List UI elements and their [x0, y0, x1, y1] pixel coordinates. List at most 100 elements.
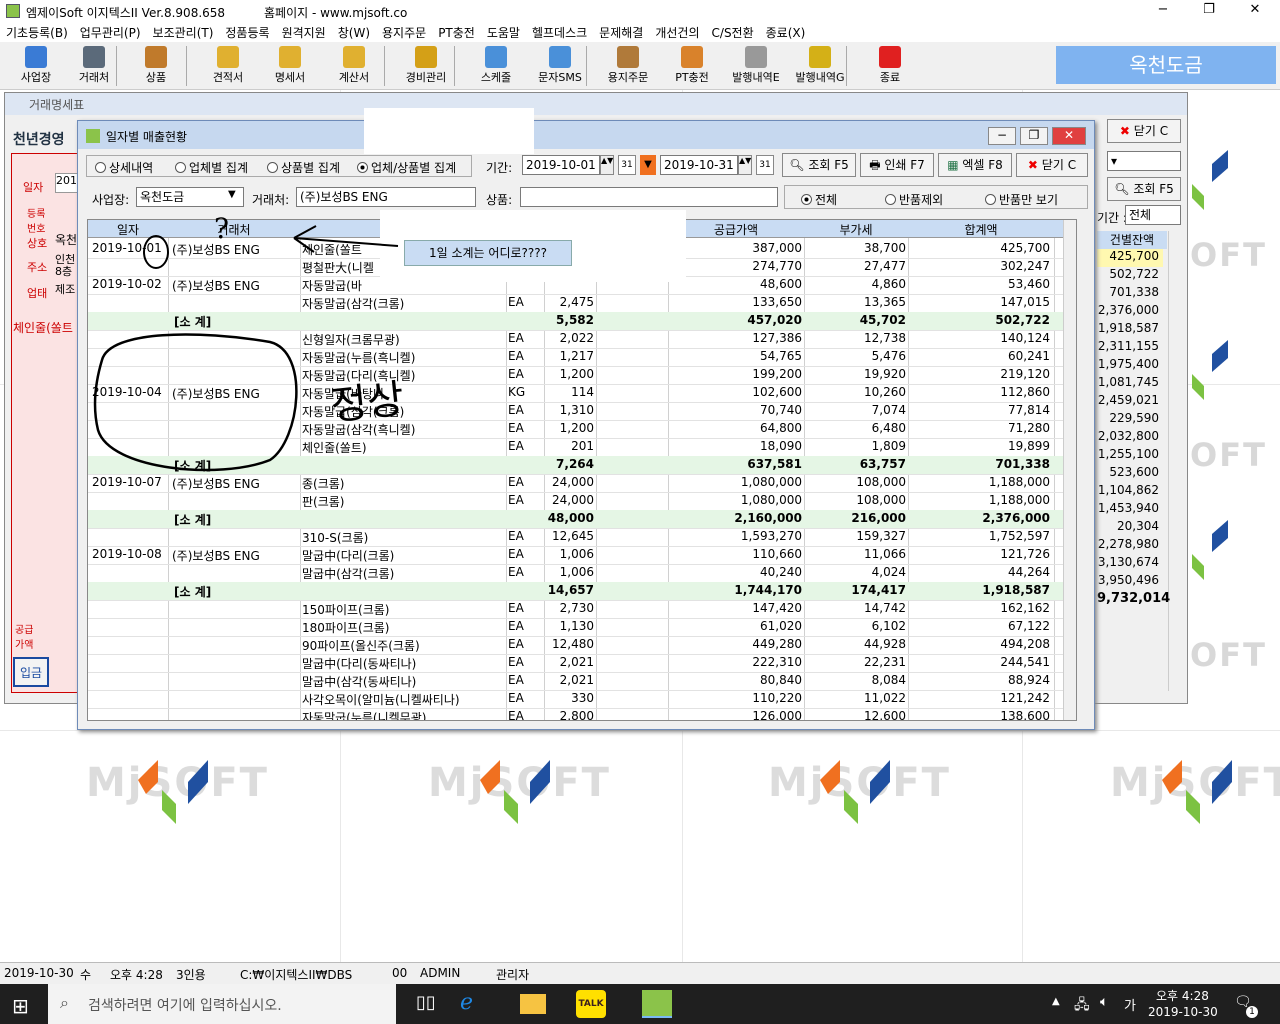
date-to-field[interactable]: 2019-10-31 — [660, 155, 738, 175]
date-from-spinner[interactable]: ▲▼ — [600, 155, 614, 175]
종료-button[interactable]: 종료 — [858, 44, 922, 88]
task-view-icon[interactable]: ▯▯ — [416, 992, 436, 1013]
스케줄-button[interactable]: 스케줄 — [464, 44, 528, 88]
kakaotalk-icon[interactable]: TALK — [576, 990, 606, 1018]
table-row: 90파이프(올신주(크롬) EA 12,480 449,280 44,928 494,20… — [88, 636, 1064, 654]
menu-item[interactable]: 보조관리(T) — [147, 22, 220, 43]
file-explorer-icon[interactable] — [520, 994, 546, 1014]
win-minimize-button[interactable]: − — [988, 127, 1016, 145]
view-radio-detail[interactable]: 상세내역 — [95, 159, 153, 176]
print-button[interactable]: 🖶 인쇄 F7 — [860, 153, 934, 177]
clock-time[interactable]: 오후 4:28 — [1156, 987, 1209, 1004]
volume-icon[interactable]: 🔈︎ — [1100, 994, 1108, 1010]
balance-scrollbar[interactable] — [1168, 231, 1184, 691]
명세서-button[interactable]: 명세서 — [258, 44, 322, 88]
client-field[interactable]: (주)보성BS ENG — [296, 187, 476, 207]
견적서-button[interactable]: 견적서 — [196, 44, 260, 88]
menu-item[interactable]: 헬프데스크 — [526, 22, 593, 43]
person-icon — [25, 46, 47, 68]
chevron-down-icon[interactable]: ▼ — [228, 189, 236, 200]
menu-item[interactable]: 창(W) — [332, 22, 376, 43]
menu-item[interactable]: 문제해결 — [593, 22, 649, 43]
total-cell: 1,188,000 — [988, 475, 1050, 489]
vat-cell: 6,102 — [871, 619, 906, 633]
view-radio-company[interactable]: 업체별 집계 — [175, 159, 248, 176]
toolbar-label: 발행내역E — [732, 71, 780, 84]
발행내역G-button[interactable]: 발행내역G — [788, 44, 852, 88]
business-value: 제조 — [55, 283, 76, 296]
network-icon[interactable]: 🖧︎ — [1074, 994, 1090, 1018]
calendar-icon[interactable]: 31 — [756, 155, 774, 175]
ime-indicator[interactable]: 가 — [1124, 995, 1136, 1014]
ie-icon[interactable]: ℯ — [460, 990, 473, 1015]
invoice-search-button[interactable]: 🔍︎ 조회 F5 — [1107, 177, 1181, 201]
total-cell: 19,899 — [1008, 439, 1050, 453]
building-icon — [83, 46, 105, 68]
menu-item[interactable]: 개선건의 — [649, 22, 705, 43]
tray-chevron-icon[interactable]: ▲ — [1052, 996, 1060, 1007]
filter-radio-exclude-returns[interactable]: 반품제외 — [885, 191, 943, 208]
company-banner: 옥천도금 — [1056, 46, 1276, 84]
toolbar-label: 계산서 — [338, 71, 370, 84]
menu-item[interactable]: 정품등록 — [219, 22, 275, 43]
filter-radio-returns-only[interactable]: 반품만 보기 — [985, 191, 1058, 208]
minimize-button[interactable]: − — [1140, 2, 1186, 20]
filter-radio-all[interactable]: 전체 — [801, 191, 837, 208]
supply-cell: 110,660 — [752, 547, 802, 561]
용지주문-button[interactable]: 용지주문 — [596, 44, 660, 88]
menu-item[interactable]: 기초등록(B) — [0, 22, 74, 43]
clock-date[interactable]: 2019-10-30 — [1148, 1005, 1218, 1019]
close-window-button[interactable]: ✖ 닫기 C — [1016, 153, 1088, 177]
product-field[interactable] — [520, 187, 778, 207]
view-radio-product[interactable]: 상품별 집계 — [267, 159, 340, 176]
maximize-button[interactable]: ❐ — [1186, 2, 1232, 20]
PT충전-button[interactable]: PT충전 — [660, 44, 724, 88]
balance-cell: 2,032,800 — [1097, 429, 1159, 443]
balance-cell: 1,918,587 — [1097, 321, 1159, 335]
발행내역E-button[interactable]: 발행내역E — [724, 44, 788, 88]
menu-item[interactable]: 종료(X) — [760, 22, 812, 43]
deposit-button[interactable]: 입금 — [13, 657, 49, 687]
view-radio-company-product[interactable]: 업체/상품별 집계 — [357, 159, 456, 176]
invoice-combo[interactable]: ▾ — [1107, 151, 1181, 171]
supply-cell: 64,800 — [760, 421, 802, 435]
period-select[interactable]: 전체 — [1125, 205, 1181, 225]
column-header: 거래처 — [217, 223, 251, 237]
toolbar-label: 문자SMS — [538, 71, 582, 84]
menu-item[interactable]: 업무관리(P) — [74, 22, 147, 43]
상품-button[interactable]: 상품 — [124, 44, 188, 88]
경비관리-button[interactable]: 경비관리 — [394, 44, 458, 88]
toolbar-separator — [116, 46, 117, 86]
windows-start-icon[interactable]: ⊞ — [12, 994, 29, 1018]
easytex-icon[interactable] — [642, 990, 672, 1018]
menu-item[interactable]: 도움말 — [481, 22, 526, 43]
calendar-icon[interactable]: 31 — [618, 155, 636, 175]
client-cell: (주)보성BS ENG — [172, 549, 260, 563]
table-row: 말굽中(다리(동싸티나) EA 2,021 222,310 22,231 244,541 — [88, 654, 1064, 672]
계산서-button[interactable]: 계산서 — [322, 44, 386, 88]
invoice-close-button[interactable]: ✖ 닫기 C — [1107, 119, 1181, 143]
win-close-button[interactable]: ✕ — [1052, 127, 1086, 145]
client-label: 거래처: — [252, 193, 290, 207]
filter-all-label: 전체 — [815, 193, 838, 207]
grid-vertical-scrollbar[interactable] — [1063, 220, 1076, 720]
menu-item[interactable]: 원격지원 — [276, 22, 332, 43]
window-icon — [86, 129, 100, 143]
sales-grid: 일자 거래처 공급가액 부가세 합계액 2019-10-01 (주)보성BS ENG 체인줄(… — [87, 219, 1077, 721]
date-to-spinner[interactable]: ▲▼ — [738, 155, 752, 175]
subtotal-row: [소 계] 14,657 1,744,170 174,417 1,918,587 — [88, 582, 1064, 600]
vat-cell: 108,000 — [856, 493, 906, 507]
taskbar-search[interactable]: ⌕ 검색하려면 여기에 입력하십시오. — [48, 984, 396, 1024]
range-dropdown-button[interactable]: ▼ — [640, 155, 656, 175]
win-restore-button[interactable]: ❐ — [1020, 127, 1048, 145]
close-button[interactable]: ✕ — [1232, 2, 1278, 20]
menu-item[interactable]: C/S전환 — [706, 22, 760, 43]
menu-item[interactable]: 용지주문 — [376, 22, 432, 43]
date-from-field[interactable]: 2019-10-01 — [522, 155, 600, 175]
문자SMS-button[interactable]: 문자SMS — [528, 44, 592, 88]
excel-button[interactable]: ▦ 엑셀 F8 — [938, 153, 1012, 177]
print-button-label: 인쇄 F7 — [884, 158, 925, 172]
사업장-button[interactable]: 사업장 — [4, 44, 68, 88]
search-button[interactable]: 🔍︎ 조회 F5 — [782, 153, 856, 177]
menu-item[interactable]: PT충전 — [432, 22, 481, 43]
